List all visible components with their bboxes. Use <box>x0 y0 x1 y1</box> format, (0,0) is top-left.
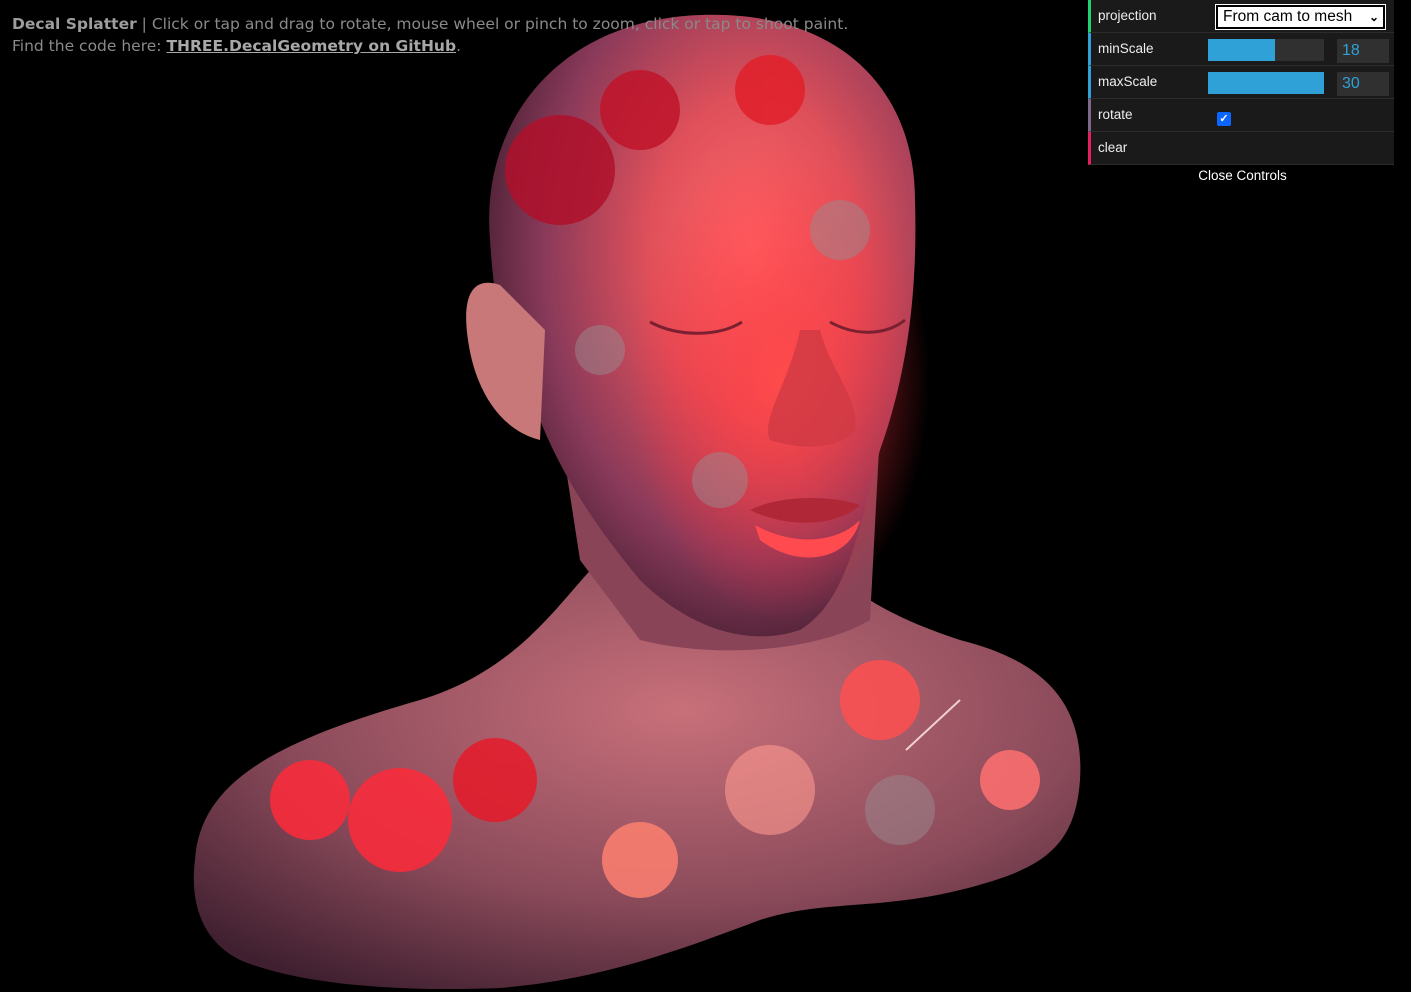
clear-button[interactable]: clear <box>1088 132 1394 165</box>
rotate-row: rotate ✓ <box>1088 99 1394 132</box>
rotate-checkbox[interactable]: ✓ <box>1217 112 1231 126</box>
chevron-down-icon: ⌄ <box>1368 10 1379 24</box>
projection-row: projection From cam to mesh ⌄ <box>1088 0 1394 33</box>
maxscale-slider-fill <box>1208 72 1324 94</box>
projection-label: projection <box>1098 8 1157 23</box>
maxscale-label: maxScale <box>1098 74 1158 89</box>
title-separator: | <box>136 15 152 33</box>
info-overlay: Decal Splatter | Click or tap and drag t… <box>12 13 848 57</box>
minscale-row: minScale 18 <box>1088 33 1394 66</box>
minscale-input[interactable]: 18 <box>1337 39 1389 63</box>
clear-label: clear <box>1098 140 1128 155</box>
controls-panel: projection From cam to mesh ⌄ minScale 18… <box>1088 0 1394 185</box>
projection-selected-value: From cam to mesh <box>1223 8 1353 25</box>
maxscale-input[interactable]: 30 <box>1337 72 1389 96</box>
instructions-text: Click or tap and drag to rotate, mouse w… <box>151 15 849 33</box>
find-code-suffix: . <box>456 37 461 55</box>
info-line-2: Find the code here: THREE.DecalGeometry … <box>12 35 848 57</box>
minscale-slider[interactable] <box>1208 39 1324 61</box>
minscale-slider-fill <box>1208 39 1276 61</box>
maxscale-row: maxScale 30 <box>1088 66 1394 99</box>
info-line-1: Decal Splatter | Click or tap and drag t… <box>12 13 848 35</box>
close-controls-button[interactable]: Close Controls <box>1091 165 1394 185</box>
projection-select[interactable]: From cam to mesh ⌄ <box>1215 4 1386 30</box>
rotate-label: rotate <box>1098 107 1133 122</box>
github-link[interactable]: THREE.DecalGeometry on GitHub <box>166 37 456 55</box>
minscale-label: minScale <box>1098 41 1154 56</box>
find-code-prefix: Find the code here: <box>12 37 167 55</box>
app-title: Decal Splatter <box>12 15 137 33</box>
checkmark-icon: ✓ <box>1219 113 1229 125</box>
maxscale-slider[interactable] <box>1208 72 1324 94</box>
